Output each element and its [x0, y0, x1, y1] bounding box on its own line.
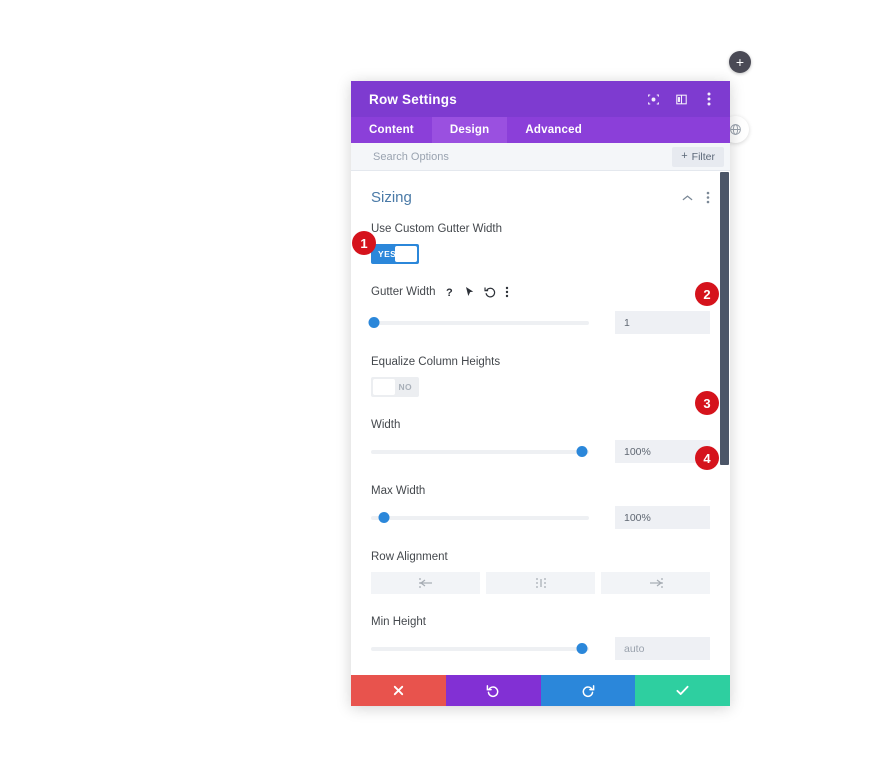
- check-icon: [675, 684, 690, 697]
- align-left-icon: [416, 577, 436, 589]
- tab-content[interactable]: Content: [351, 117, 432, 143]
- globe-icon: [729, 123, 742, 136]
- width-slider-row: 100%: [371, 440, 710, 463]
- slider-track: [371, 646, 589, 651]
- panel-body: Sizing Use Custom Gutter Width YES Gutte…: [351, 171, 730, 675]
- vertical-dots-icon[interactable]: [702, 92, 716, 106]
- layout-columns-icon[interactable]: [674, 92, 688, 106]
- cursor-icon[interactable]: [465, 286, 475, 298]
- field-label: Equalize Column Heights: [371, 356, 501, 368]
- scrollbar-track[interactable]: [719, 171, 730, 675]
- slider-track: [371, 449, 589, 454]
- max-width-value[interactable]: 100%: [615, 506, 710, 529]
- redo-button[interactable]: [540, 675, 636, 706]
- align-right-button[interactable]: [601, 572, 710, 594]
- min-height-value[interactable]: auto: [615, 637, 710, 660]
- undo-icon: [486, 684, 500, 698]
- plus-icon: +: [735, 54, 745, 70]
- panel-title: Row Settings: [369, 91, 457, 107]
- save-button[interactable]: [635, 675, 730, 706]
- equalize-column-heights-toggle[interactable]: NO: [371, 377, 419, 397]
- panel-tabs: Content Design Advanced: [351, 117, 730, 143]
- help-icon[interactable]: ?: [445, 286, 456, 298]
- add-module-button[interactable]: +: [729, 51, 751, 73]
- field-label: Use Custom Gutter Width: [371, 223, 503, 235]
- section-header-sizing[interactable]: Sizing: [371, 171, 710, 223]
- cancel-button[interactable]: [351, 675, 446, 706]
- field-label: Max Width: [371, 485, 426, 497]
- align-left-button[interactable]: [371, 572, 480, 594]
- slider-track: [371, 515, 589, 520]
- svg-text:?: ?: [446, 287, 453, 298]
- row-settings-panel: Row Settings Content Design Advanced Sea…: [351, 81, 730, 706]
- gutter-width-slider-row: 1: [368, 311, 710, 334]
- field-use-custom-gutter-width: Use Custom Gutter Width YES: [371, 223, 710, 264]
- callout-badge-2: 2: [695, 282, 719, 306]
- slider-knob[interactable]: [368, 317, 380, 328]
- callout-badge-1: 1: [352, 231, 376, 255]
- preview-icon[interactable]: [646, 92, 660, 106]
- max-width-slider[interactable]: [371, 510, 589, 526]
- field-label: Min Height: [371, 616, 426, 628]
- redo-icon: [581, 684, 595, 698]
- panel-header-actions: [646, 92, 716, 106]
- field-label-row: Gutter Width ?: [371, 286, 710, 298]
- chevron-up-icon[interactable]: [682, 194, 693, 202]
- tab-design[interactable]: Design: [431, 117, 508, 143]
- panel-header: Row Settings: [351, 81, 730, 117]
- slider-track: [371, 320, 589, 325]
- slider-knob[interactable]: [378, 512, 390, 523]
- field-label: Row Alignment: [371, 551, 448, 563]
- toggle-knob: [373, 379, 395, 395]
- toggle-knob: [395, 246, 417, 262]
- panel-footer: [351, 675, 730, 706]
- vertical-dots-icon[interactable]: [505, 286, 509, 298]
- field-equalize-column-heights: Equalize Column Heights NO: [371, 356, 710, 397]
- filter-button[interactable]: + Filter: [672, 146, 724, 167]
- use-custom-gutter-width-toggle[interactable]: YES: [371, 244, 419, 264]
- reset-icon[interactable]: [483, 286, 496, 298]
- close-icon: [392, 684, 405, 697]
- gutter-width-slider[interactable]: [368, 315, 589, 331]
- plus-icon: +: [681, 150, 688, 162]
- max-width-slider-row: 100%: [371, 506, 710, 529]
- vertical-dots-icon[interactable]: [706, 191, 710, 204]
- slider-knob[interactable]: [576, 643, 588, 654]
- field-label: Width: [371, 419, 401, 431]
- undo-button[interactable]: [445, 675, 541, 706]
- min-height-slider[interactable]: [371, 641, 589, 657]
- toggle-state-label: YES: [378, 249, 397, 259]
- toggle-state-label: NO: [398, 382, 412, 392]
- filter-label: Filter: [691, 150, 715, 163]
- field-gutter-width: Gutter Width ? 1: [368, 286, 710, 334]
- gutter-width-value[interactable]: 1: [615, 311, 710, 334]
- search-input[interactable]: [371, 149, 673, 164]
- field-min-height: Min Height auto: [371, 616, 710, 660]
- width-slider[interactable]: [371, 444, 589, 460]
- min-height-slider-row: auto: [371, 637, 710, 660]
- callout-badge-3: 3: [695, 391, 719, 415]
- field-max-width: Max Width 100%: [371, 485, 710, 529]
- row-alignment-group: [371, 572, 710, 594]
- section-actions: [682, 191, 710, 204]
- align-center-button[interactable]: [486, 572, 595, 594]
- align-right-icon: [646, 577, 666, 589]
- section-title: Sizing: [371, 189, 412, 206]
- panel-scroll-content: Sizing Use Custom Gutter Width YES Gutte…: [351, 171, 730, 675]
- scrollbar-thumb[interactable]: [720, 172, 729, 465]
- field-label: Gutter Width: [371, 286, 436, 298]
- callout-badge-4: 4: [695, 446, 719, 470]
- align-center-icon: [531, 577, 551, 589]
- field-width: Width 100%: [371, 419, 710, 463]
- tab-advanced[interactable]: Advanced: [507, 117, 600, 143]
- field-row-alignment: Row Alignment: [371, 551, 710, 594]
- search-row: + Filter: [351, 143, 730, 171]
- slider-knob[interactable]: [576, 446, 588, 457]
